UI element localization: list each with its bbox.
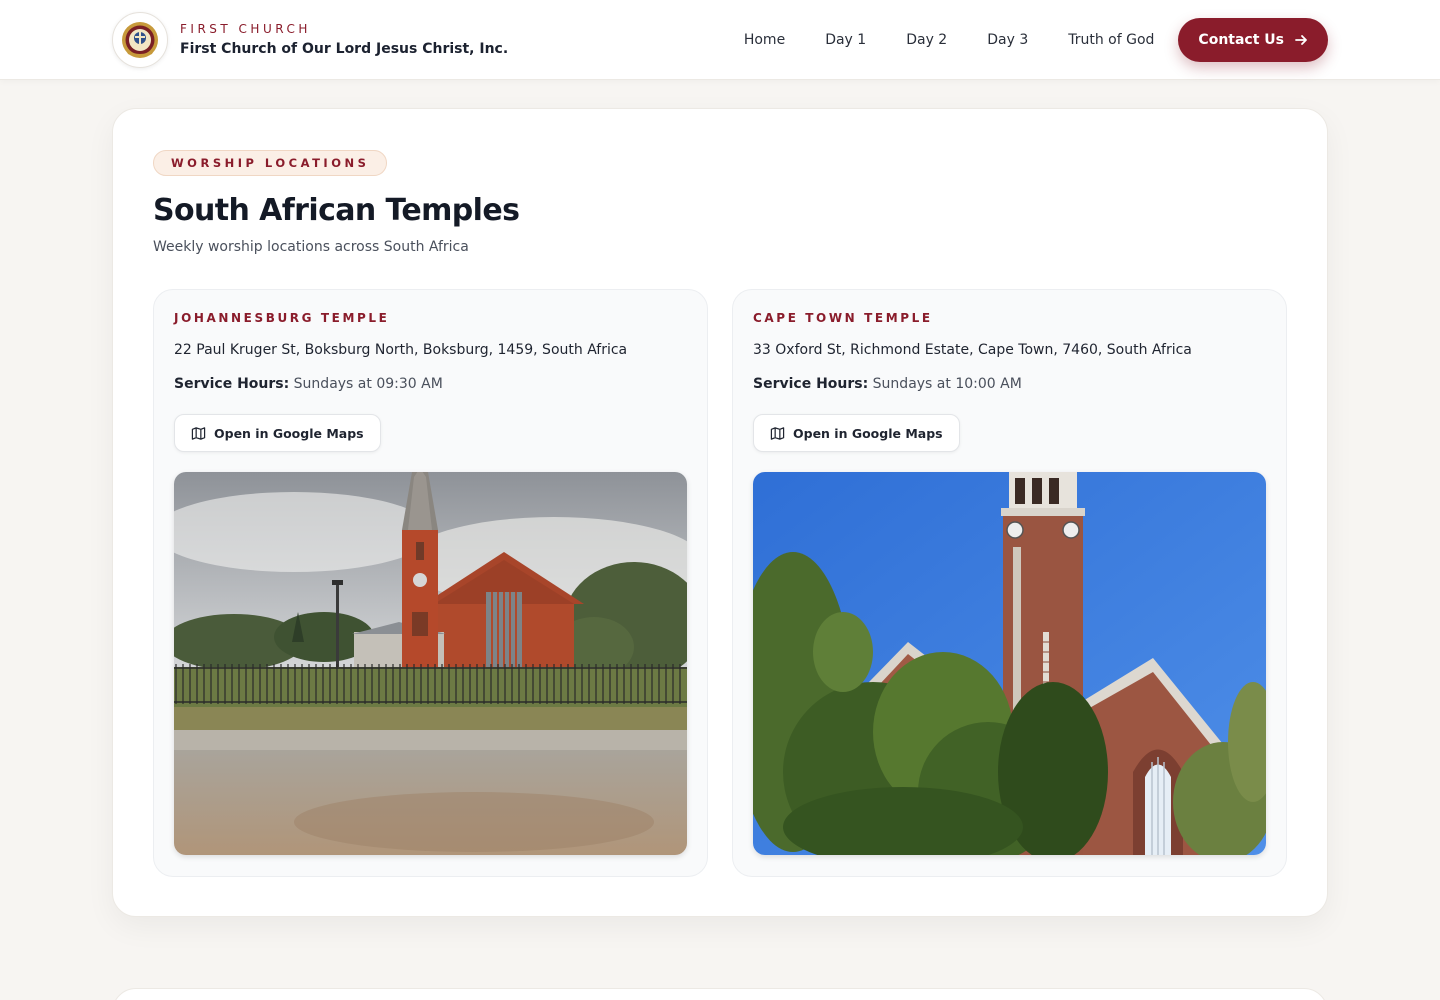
temple-card-cape-town: CAPE TOWN TEMPLE 33 Oxford St, Richmond … [732, 289, 1287, 877]
temple-photo-johannesburg [174, 472, 687, 855]
maps-button-label: Open in Google Maps [793, 425, 943, 441]
brand[interactable]: FIRST CHURCH First Church of Our Lord Je… [112, 12, 508, 68]
brand-name: First Church of Our Lord Jesus Christ, I… [180, 41, 509, 57]
nav-day-2[interactable]: Day 2 [906, 32, 947, 48]
next-section-card [112, 988, 1328, 1000]
temple-photo-cape-town [753, 472, 1266, 855]
temple-name: JOHANNESBURG TEMPLE [174, 311, 390, 325]
temple-card-johannesburg: JOHANNESBURG TEMPLE 22 Paul Kruger St, B… [153, 289, 708, 877]
open-in-google-maps-button[interactable]: Open in Google Maps [753, 414, 960, 452]
map-icon [770, 426, 785, 441]
temple-hours: Service Hours: Sundays at 09:30 AM [174, 374, 443, 394]
hours-label: Service Hours: [753, 376, 869, 392]
temple-name: CAPE TOWN TEMPLE [753, 311, 933, 325]
section-subtitle: Weekly worship locations across South Af… [153, 239, 469, 255]
nav-day-3[interactable]: Day 3 [987, 32, 1028, 48]
site-header: FIRST CHURCH First Church of Our Lord Je… [0, 0, 1440, 80]
temple-address: 33 Oxford St, Richmond Estate, Cape Town… [753, 342, 1192, 358]
worship-locations-section: WORSHIP LOCATIONS South African Temples … [112, 108, 1328, 917]
nav-day-1[interactable]: Day 1 [825, 32, 866, 48]
brand-text: FIRST CHURCH First Church of Our Lord Je… [180, 21, 508, 59]
nav-home[interactable]: Home [744, 32, 785, 48]
main-nav: Home Day 1 Day 2 Day 3 Truth of God Cont… [744, 18, 1328, 62]
temple-hours: Service Hours: Sundays at 10:00 AM [753, 374, 1022, 394]
temple-address: 22 Paul Kruger St, Boksburg North, Boksb… [174, 342, 628, 358]
arrow-right-icon [1294, 33, 1308, 47]
hours-value: Sundays at 09:30 AM [293, 376, 443, 392]
section-eyebrow: WORSHIP LOCATIONS [153, 150, 388, 176]
contact-us-button[interactable]: Contact Us [1178, 18, 1328, 62]
church-seal-icon [112, 12, 168, 68]
hours-value: Sundays at 10:00 AM [872, 376, 1022, 392]
contact-us-label: Contact Us [1198, 32, 1284, 48]
brand-eyebrow: FIRST CHURCH [180, 22, 311, 36]
hours-label: Service Hours: [174, 376, 290, 392]
section-title: South African Temples [153, 193, 520, 228]
map-icon [191, 426, 206, 441]
maps-button-label: Open in Google Maps [214, 425, 364, 441]
nav-truth-of-god[interactable]: Truth of God [1068, 32, 1154, 48]
open-in-google-maps-button[interactable]: Open in Google Maps [174, 414, 381, 452]
